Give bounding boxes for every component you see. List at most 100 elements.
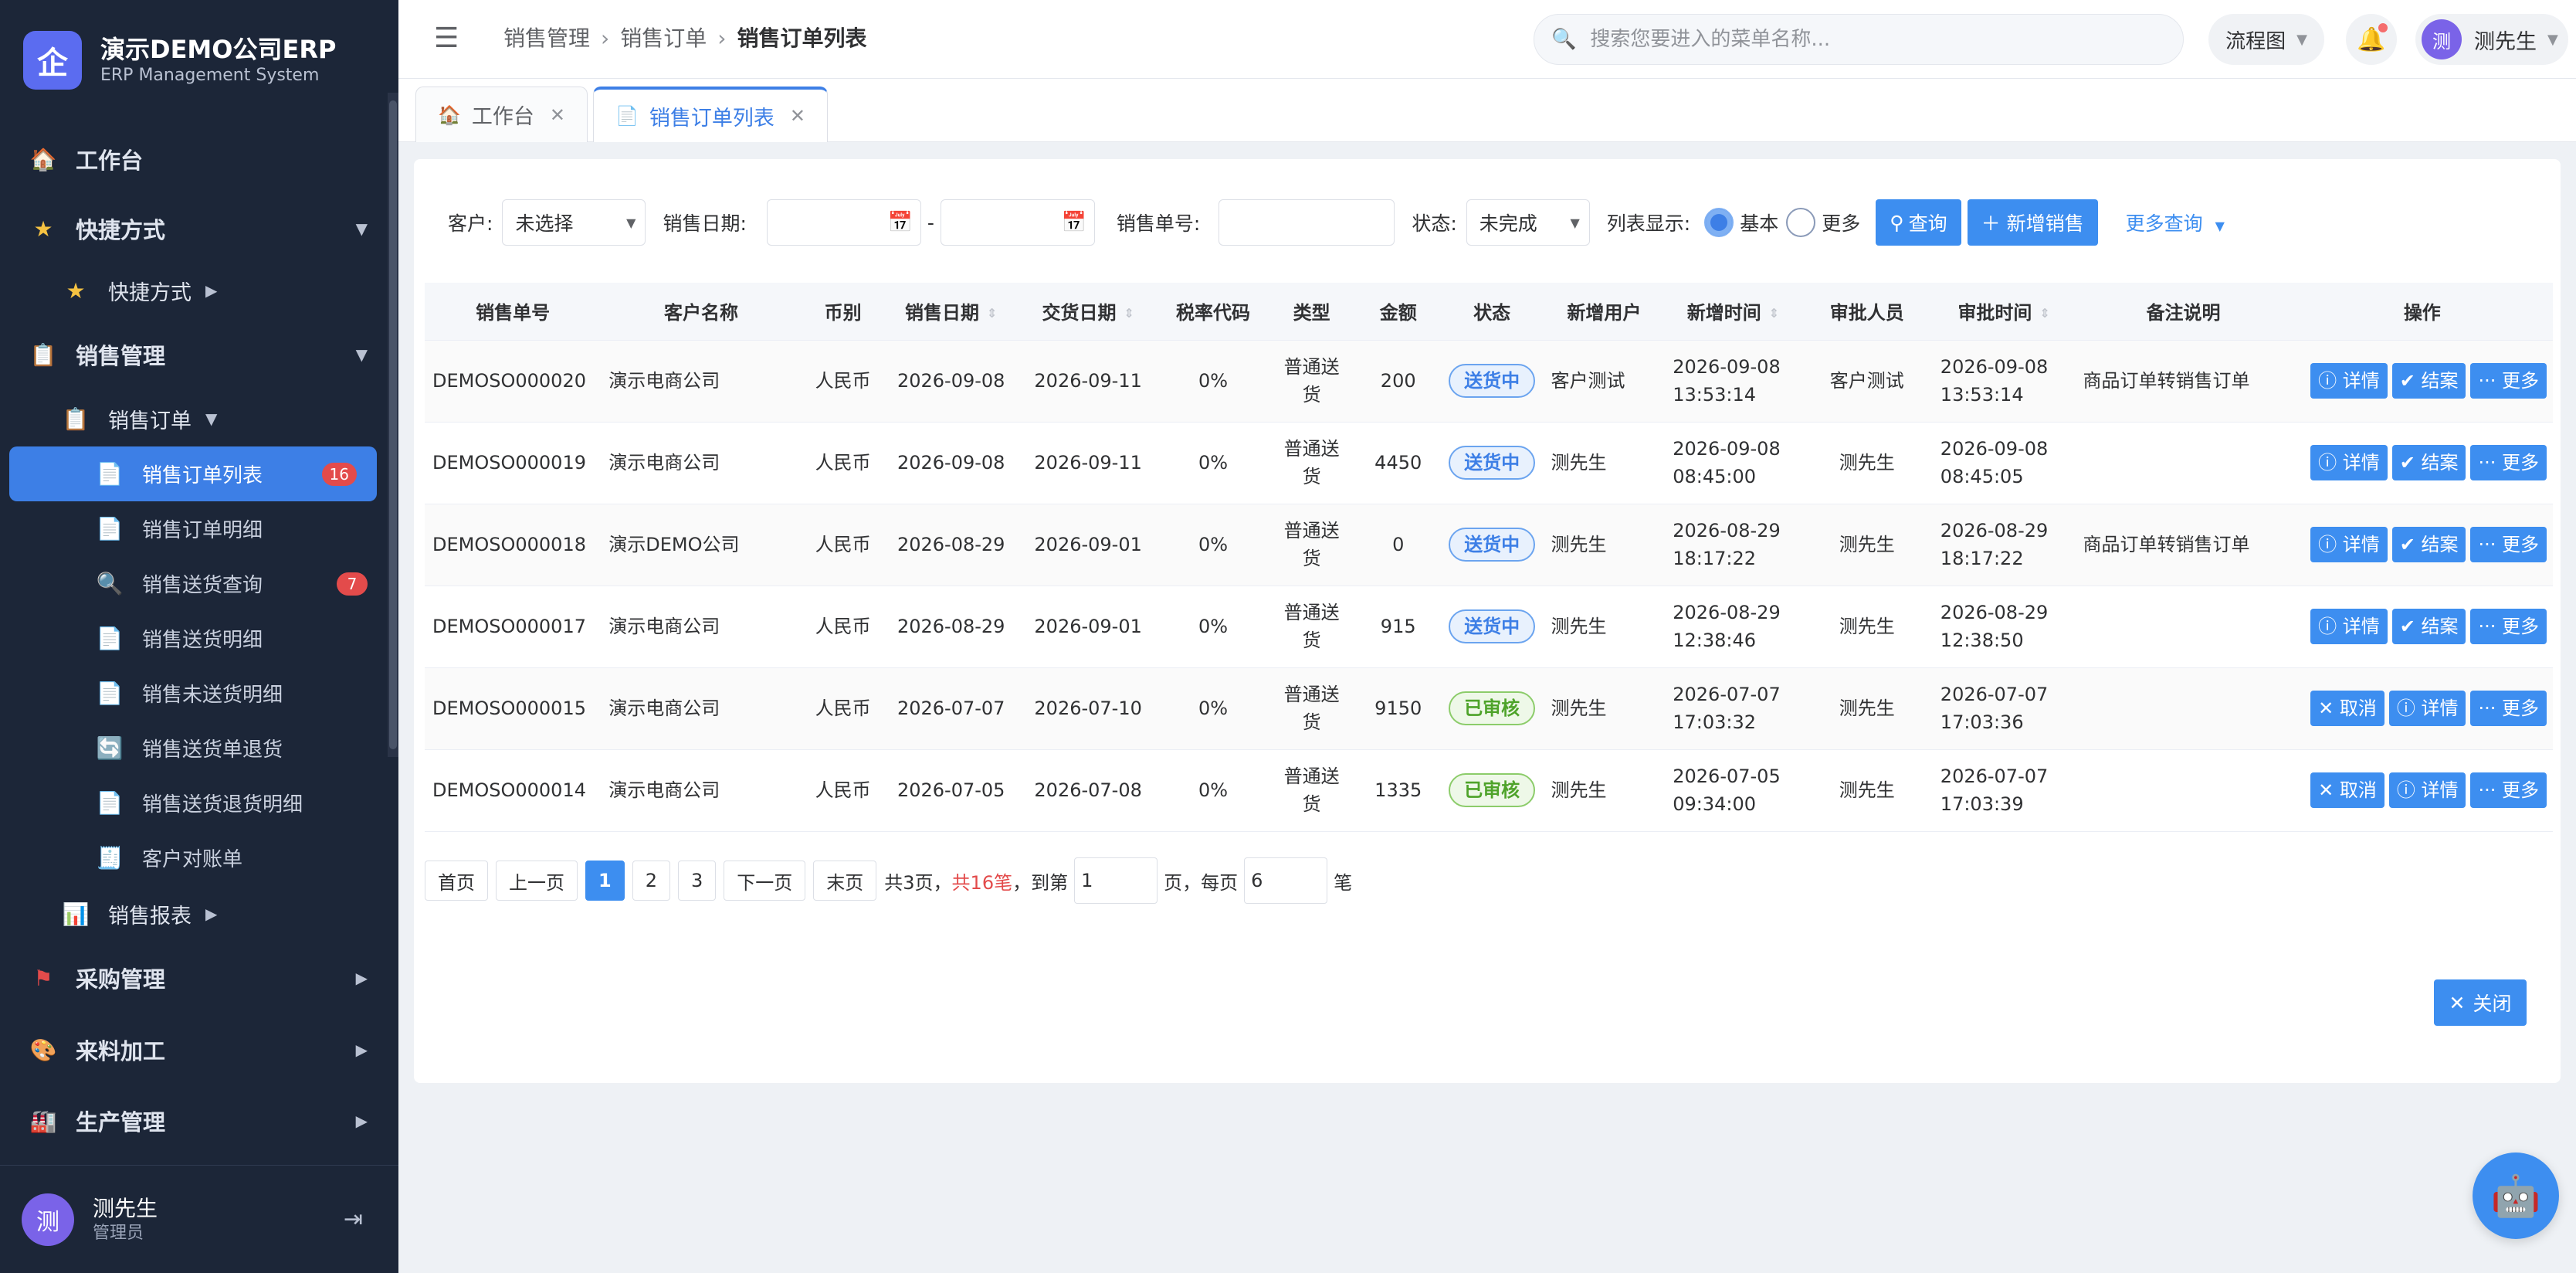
- sort-icon[interactable]: ⇕: [1769, 307, 1779, 320]
- tab-sales-order-list[interactable]: 📄 销售订单列表 ✕: [593, 87, 828, 142]
- close-icon[interactable]: ✕: [790, 105, 805, 127]
- cancel-button[interactable]: ✕ 取消: [2310, 691, 2384, 726]
- sidebar-item-production[interactable]: 🏭 生产管理 ▶: [0, 1086, 386, 1156]
- order-no[interactable]: DEMOSO000020: [432, 370, 586, 392]
- order-no[interactable]: DEMOSO000014: [432, 779, 586, 801]
- sidebar-item-shortcuts[interactable]: ★ 快捷方式 ▼: [0, 195, 386, 263]
- col-type[interactable]: 类型: [1267, 283, 1356, 341]
- sidebar-item-sales-order-list[interactable]: 📄 销售订单列表 16: [9, 446, 377, 501]
- sidebar-item-workbench[interactable]: 🏠 工作台: [0, 124, 386, 195]
- more-button[interactable]: ··· 更多: [2470, 363, 2547, 399]
- avatar[interactable]: 测: [22, 1193, 74, 1246]
- detail-button[interactable]: ⓘ 详情: [2310, 445, 2388, 480]
- sidebar-scrollbar[interactable]: [389, 100, 397, 749]
- col-currency[interactable]: 币别: [801, 283, 885, 341]
- sidebar-item-delivery-query[interactable]: 🔍 销售送货查询 7: [0, 556, 386, 611]
- detail-button[interactable]: ⓘ 详情: [2388, 691, 2466, 726]
- add-sale-button[interactable]: ＋ 新增销售: [1967, 199, 2098, 246]
- col-sale-date[interactable]: 销售日期 ⇕: [884, 283, 1018, 341]
- table-row[interactable]: DEMOSO000020 演示电商公司 人民币 2026-09-08 2026-09-1…: [425, 340, 2553, 423]
- sale-date-start[interactable]: 📅: [766, 199, 921, 246]
- sale-date-end[interactable]: 📅: [940, 199, 1095, 246]
- tab-workbench[interactable]: 🏠 工作台 ✕: [415, 87, 588, 142]
- sidebar-item-customer-statement[interactable]: 🧾 客户对账单: [0, 830, 386, 885]
- col-tax[interactable]: 税率代码: [1158, 283, 1268, 341]
- more-button[interactable]: ··· 更多: [2470, 772, 2547, 808]
- sort-icon[interactable]: ⇕: [987, 307, 997, 320]
- sidebar-item-return-detail[interactable]: 📄 销售送货退货明细: [0, 776, 386, 830]
- col-approve-time[interactable]: 审批时间 ⇕: [1932, 283, 2076, 341]
- order-no[interactable]: DEMOSO000015: [432, 698, 586, 719]
- close-case-button[interactable]: ✔ 结案: [2391, 609, 2466, 644]
- table-row[interactable]: DEMOSO000014 演示电商公司 人民币 2026-07-05 2026-07-0…: [425, 749, 2553, 832]
- sidebar-item-processing[interactable]: 🎨 来料加工 ▶: [0, 1013, 386, 1086]
- last-page-button[interactable]: 末页: [813, 861, 877, 901]
- col-customer[interactable]: 客户名称: [601, 283, 802, 341]
- close-case-button[interactable]: ✔ 结案: [2391, 445, 2466, 480]
- detail-button[interactable]: ⓘ 详情: [2310, 363, 2388, 399]
- sidebar-item-purchase[interactable]: ⚑ 采购管理 ▶: [0, 942, 386, 1013]
- sidebar-item-delivery-return[interactable]: 🔄 销售送货单退货: [0, 721, 386, 776]
- sidebar-item-sales[interactable]: 📋 销售管理 ▼: [0, 318, 386, 391]
- detail-button[interactable]: ⓘ 详情: [2310, 527, 2388, 562]
- next-page-button[interactable]: 下一页: [724, 861, 806, 901]
- more-query-link[interactable]: 更多查询 ▼: [2126, 209, 2225, 236]
- sidebar-item-sales-order[interactable]: 📋 销售订单 ▼: [0, 391, 386, 446]
- query-button[interactable]: ⚲ 查询: [1876, 199, 1961, 246]
- order-no-input[interactable]: [1219, 199, 1395, 246]
- col-add-time[interactable]: 新增时间 ⇕: [1665, 283, 1802, 341]
- cancel-button[interactable]: ✕ 取消: [2310, 772, 2384, 808]
- more-button[interactable]: ··· 更多: [2470, 527, 2547, 562]
- menu-search[interactable]: 🔍: [1534, 14, 2184, 65]
- detail-button[interactable]: ⓘ 详情: [2388, 772, 2466, 808]
- assistant-robot-button[interactable]: 🤖: [2473, 1152, 2559, 1239]
- col-amount[interactable]: 金额: [1355, 283, 1441, 341]
- table-row[interactable]: DEMOSO000019 演示电商公司 人民币 2026-09-08 2026-09-1…: [425, 422, 2553, 504]
- close-button[interactable]: ✕ 关闭: [2434, 979, 2527, 1026]
- order-no[interactable]: DEMOSO000018: [432, 534, 586, 555]
- flowchart-dropdown[interactable]: 流程图 ▼: [2208, 14, 2324, 65]
- col-add-user[interactable]: 新增用户: [1543, 283, 1666, 341]
- table-row[interactable]: DEMOSO000015 演示电商公司 人民币 2026-07-07 2026-07-1…: [425, 667, 2553, 750]
- col-delivery-date[interactable]: 交货日期 ⇕: [1017, 283, 1159, 341]
- sidebar-item-sales-report[interactable]: 📊 销售报表 ▶: [0, 885, 386, 942]
- status-select[interactable]: 未完成 ▼: [1466, 199, 1590, 246]
- sidebar-item-shortcuts-sub[interactable]: ★ 快捷方式 ▶: [0, 263, 386, 318]
- search-input[interactable]: [1590, 28, 2162, 51]
- menu-toggle-icon[interactable]: ☰: [434, 23, 465, 54]
- col-status[interactable]: 状态: [1440, 283, 1544, 341]
- more-button[interactable]: ··· 更多: [2470, 609, 2547, 644]
- col-remark[interactable]: 备注说明: [2075, 283, 2292, 341]
- sidebar-item-undelivered-detail[interactable]: 📄 销售未送货明细: [0, 666, 386, 721]
- radio-basic[interactable]: [1704, 208, 1734, 237]
- customer-select[interactable]: 未选择 ▼: [502, 199, 646, 246]
- page-button-2[interactable]: 2: [632, 861, 670, 901]
- col-approver[interactable]: 审批人员: [1801, 283, 1933, 341]
- sidebar-item-sales-order-detail[interactable]: 📄 销售订单明细: [0, 501, 386, 556]
- order-no[interactable]: DEMOSO000019: [432, 452, 586, 474]
- notification-button[interactable]: 🔔: [2346, 14, 2397, 65]
- brand[interactable]: 企 演示DEMO公司ERP ERP Management System: [23, 29, 336, 91]
- logout-icon[interactable]: ⇥: [344, 1206, 363, 1233]
- close-case-button[interactable]: ✔ 结案: [2391, 363, 2466, 399]
- radio-basic-label[interactable]: 基本: [1740, 209, 1778, 236]
- sort-icon[interactable]: ⇕: [1124, 307, 1134, 320]
- sidebar-item-delivery-detail[interactable]: 📄 销售送货明细: [0, 611, 386, 666]
- page-size-input[interactable]: 6: [1244, 857, 1328, 904]
- first-page-button[interactable]: 首页: [425, 861, 488, 901]
- more-button[interactable]: ··· 更多: [2470, 445, 2547, 480]
- col-order-no[interactable]: 销售单号: [425, 283, 602, 341]
- goto-page-input[interactable]: 1: [1074, 857, 1158, 904]
- breadcrumb-item[interactable]: 销售订单: [620, 23, 707, 54]
- radio-more[interactable]: [1786, 208, 1816, 237]
- sort-icon[interactable]: ⇕: [2039, 307, 2049, 320]
- prev-page-button[interactable]: 上一页: [496, 861, 578, 901]
- table-row[interactable]: DEMOSO000017 演示电商公司 人民币 2026-08-29 2026-09-0…: [425, 586, 2553, 668]
- order-no[interactable]: DEMOSO000017: [432, 616, 586, 637]
- table-row[interactable]: DEMOSO000018 演示DEMO公司 人民币 2026-08-29 2026-09…: [425, 504, 2553, 586]
- radio-more-label[interactable]: 更多: [1822, 209, 1860, 236]
- close-case-button[interactable]: ✔ 结案: [2391, 527, 2466, 562]
- detail-button[interactable]: ⓘ 详情: [2310, 609, 2388, 644]
- page-button-1[interactable]: 1: [585, 861, 625, 901]
- user-menu[interactable]: 测 测先生 ▼: [2415, 14, 2568, 65]
